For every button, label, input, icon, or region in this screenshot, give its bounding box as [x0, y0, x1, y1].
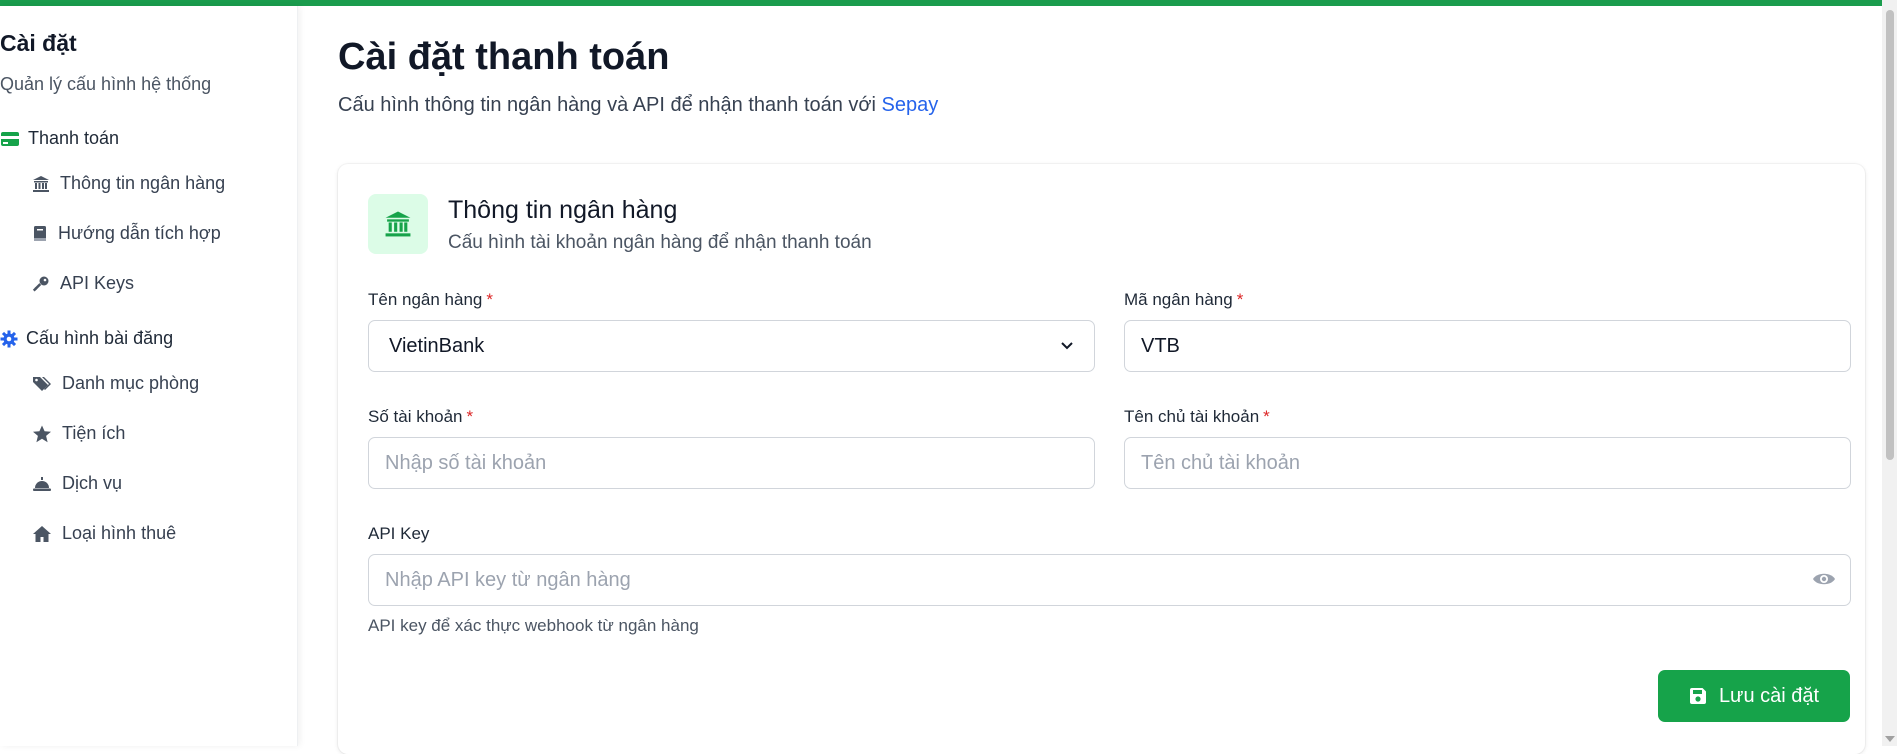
account-holder-label: Tên chủ tài khoản * — [1124, 407, 1270, 427]
required-marker: * — [486, 290, 494, 309]
service-bell-icon — [33, 476, 51, 491]
bank-icon — [385, 211, 411, 237]
required-marker: * — [466, 407, 474, 426]
tags-icon — [33, 376, 51, 391]
bank-name-label-text: Tên ngân hàng — [368, 290, 483, 309]
save-button-label: Lưu cài đặt — [1718, 684, 1820, 707]
sidebar-item-label: Thông tin ngân hàng — [60, 173, 226, 193]
sidebar-item-label: Dịch vụ — [62, 473, 123, 493]
bank-name-select[interactable]: VietinBank — [368, 320, 1095, 372]
required-marker: * — [1263, 407, 1270, 426]
sidebar-group-label: Cấu hình bài đăng — [26, 328, 174, 348]
key-icon — [32, 276, 49, 291]
bank-code-label-text: Mã ngân hàng — [1124, 290, 1233, 309]
bank-name-label: Tên ngân hàng * — [368, 290, 493, 310]
scroll-down-arrow-icon[interactable] — [1885, 736, 1895, 742]
book-icon — [34, 225, 46, 241]
sidebar-item-services[interactable]: Dịch vụ — [32, 473, 122, 494]
account-number-input[interactable] — [368, 437, 1095, 489]
sidebar-item-bank-info[interactable]: Thông tin ngân hàng — [32, 173, 225, 194]
sepay-link[interactable]: Sepay — [882, 94, 939, 116]
save-settings-button[interactable]: Lưu cài đặt — [1658, 670, 1850, 722]
sidebar-item-label: API Keys — [60, 273, 135, 293]
floppy-disk-icon — [1689, 688, 1706, 704]
api-key-label: API Key — [368, 524, 430, 543]
account-holder-label-text: Tên chủ tài khoản — [1124, 407, 1260, 426]
eye-icon[interactable] — [1812, 570, 1836, 588]
bank-icon — [33, 175, 49, 192]
page-description-text: Cấu hình thông tin ngân hàng và API để n… — [338, 94, 876, 116]
sidebar-group-payment[interactable]: Thanh toán — [0, 128, 119, 149]
sidebar-item-integration-guide[interactable]: Hướng dẫn tích hợp — [32, 223, 221, 244]
bank-name-selected-value: VietinBank — [389, 334, 485, 357]
sidebar-subtitle: Quản lý cấu hình hệ thống — [0, 74, 212, 94]
bank-code-input[interactable] — [1124, 320, 1851, 372]
sidebar-item-label: Danh mục phòng — [62, 373, 200, 393]
api-key-hint: API key để xác thực webhook từ ngân hàng — [368, 616, 699, 635]
card-title: Thông tin ngân hàng — [448, 196, 678, 224]
gear-icon — [0, 330, 18, 347]
account-number-label: Số tài khoản * — [368, 407, 473, 427]
api-key-input[interactable] — [368, 554, 1851, 606]
page-title: Cài đặt thanh toán — [338, 36, 670, 78]
credit-card-icon — [1, 131, 19, 146]
home-icon — [33, 525, 51, 542]
sidebar-item-amenities[interactable]: Tiện ích — [32, 423, 125, 444]
required-marker: * — [1236, 290, 1244, 309]
sidebar-item-label: Hướng dẫn tích hợp — [58, 223, 221, 243]
sidebar-item-label: Tiện ích — [62, 423, 126, 443]
sidebar-item-label: Loại hình thuê — [62, 523, 177, 543]
scrollbar-thumb[interactable] — [1886, 10, 1894, 460]
account-holder-input[interactable] — [1124, 437, 1851, 489]
sidebar-title: Cài đặt — [0, 30, 77, 56]
chevron-down-icon — [1061, 342, 1073, 350]
settings-sidebar: Cài đặt Quản lý cấu hình hệ thống Thanh … — [0, 6, 298, 746]
sidebar-group-post-config[interactable]: Cấu hình bài đăng — [0, 328, 173, 349]
star-icon — [33, 425, 51, 442]
account-number-label-text: Số tài khoản — [368, 407, 463, 426]
sidebar-item-room-categories[interactable]: Danh mục phòng — [32, 373, 199, 394]
card-icon-container — [368, 194, 428, 254]
page-description: Cấu hình thông tin ngân hàng và API để n… — [338, 94, 938, 117]
vertical-scrollbar[interactable] — [1882, 0, 1897, 746]
sidebar-item-api-keys[interactable]: API Keys — [32, 273, 134, 294]
bank-info-card: Thông tin ngân hàng Cấu hình tài khoản n… — [338, 164, 1865, 754]
sidebar-item-rental-types[interactable]: Loại hình thuê — [32, 523, 176, 544]
card-subtitle: Cấu hình tài khoản ngân hàng để nhận tha… — [448, 232, 872, 253]
bank-code-label: Mã ngân hàng * — [1124, 290, 1243, 310]
sidebar-group-label: Thanh toán — [28, 128, 120, 148]
